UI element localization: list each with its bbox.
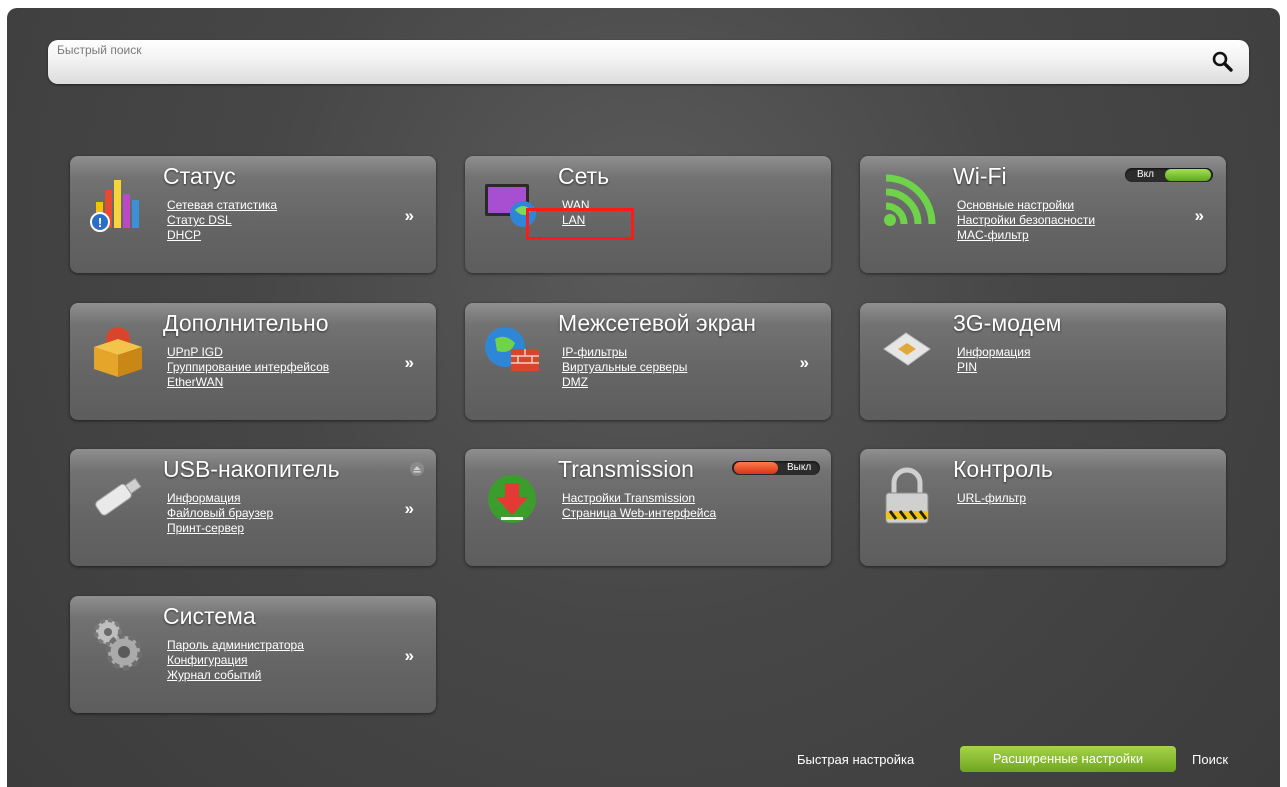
link-dsl-status[interactable]: Статус DSL xyxy=(167,213,277,228)
wifi-toggle[interactable]: Вкл xyxy=(1125,168,1213,182)
link-3g-info[interactable]: Информация xyxy=(957,345,1030,360)
more-arrow-button[interactable]: » xyxy=(405,206,414,226)
link-file-browser[interactable]: Файловый браузер xyxy=(167,506,273,521)
link-configuration[interactable]: Конфигурация xyxy=(167,653,304,668)
wifi-icon xyxy=(884,174,936,226)
search-link[interactable]: Поиск xyxy=(1192,752,1228,767)
highlight-box xyxy=(526,208,634,240)
bar-chart-icon: ! xyxy=(90,180,139,232)
link-etherwan[interactable]: EtherWAN xyxy=(167,375,329,390)
usb-stick-icon xyxy=(95,477,142,516)
link-basic-settings[interactable]: Основные настройки xyxy=(957,198,1095,213)
link-upnp[interactable]: UPnP IGD xyxy=(167,345,329,360)
advanced-settings-button[interactable]: Расширенные настройки xyxy=(960,746,1176,772)
more-arrow-button[interactable]: » xyxy=(1195,206,1204,226)
eject-icon[interactable] xyxy=(410,462,424,476)
card-control: Контроль URL-фильтр xyxy=(860,449,1226,566)
more-arrow-button[interactable]: » xyxy=(800,353,809,373)
card-wifi: Wi-Fi Вкл Основные настройки Настройки б… xyxy=(860,156,1226,273)
link-transmission-settings[interactable]: Настройки Transmission xyxy=(562,491,716,506)
toggle-label: Вкл xyxy=(1137,169,1154,180)
padlock-icon xyxy=(885,467,929,524)
card-title: Дополнительно xyxy=(163,310,329,336)
card-title: Межсетевой экран xyxy=(558,310,757,336)
download-arrow-icon xyxy=(488,475,536,523)
more-arrow-button[interactable]: » xyxy=(405,499,414,519)
toggle-knob xyxy=(734,462,778,474)
toggle-label: Выкл xyxy=(787,462,812,473)
link-dhcp[interactable]: DHCP xyxy=(167,228,277,243)
svg-text:!: ! xyxy=(98,215,102,230)
link-network-stats[interactable]: Сетевая статистика xyxy=(167,198,277,213)
card-transmission: Transmission Выкл Настройки Transmission… xyxy=(465,449,831,566)
link-interface-grouping[interactable]: Группирование интерфейсов xyxy=(167,360,329,375)
card-usb-storage: USB-накопитель Информация Файловый брауз… xyxy=(70,449,436,566)
more-arrow-button[interactable]: » xyxy=(405,646,414,666)
link-event-log[interactable]: Журнал событий xyxy=(167,668,304,683)
quick-setup-link[interactable]: Быстрая настройка xyxy=(797,752,914,767)
link-admin-password[interactable]: Пароль администратора xyxy=(167,638,304,653)
link-virtual-servers[interactable]: Виртуальные серверы xyxy=(562,360,687,375)
transmission-toggle[interactable]: Выкл xyxy=(732,461,820,475)
card-status: ! Статус Сетевая статистика Статус DSL D… xyxy=(70,156,436,273)
card-title: Transmission xyxy=(558,456,694,482)
card-title: Wi-Fi xyxy=(953,163,1007,189)
card-system: Система Пароль администратора Конфигурац… xyxy=(70,596,436,713)
search-placeholder: Быстрый поиск xyxy=(57,43,142,57)
card-title: 3G-модем xyxy=(953,310,1062,336)
link-print-server[interactable]: Принт-сервер xyxy=(167,521,273,536)
card-firewall: Межсетевой экран IP-фильтры Виртуальные … xyxy=(465,303,831,420)
card-title: Контроль xyxy=(953,456,1053,482)
card-title: Статус xyxy=(163,163,236,189)
search-bar[interactable]: Быстрый поиск xyxy=(48,40,1249,84)
more-arrow-button[interactable]: » xyxy=(405,353,414,373)
toggle-knob xyxy=(1165,169,1211,181)
link-security-settings[interactable]: Настройки безопасности xyxy=(957,213,1095,228)
card-3g-modem: 3G-модем Информация PIN xyxy=(860,303,1226,420)
link-mac-filter[interactable]: MAC-фильтр xyxy=(957,228,1095,243)
link-ip-filters[interactable]: IP-фильтры xyxy=(562,345,687,360)
gears-icon xyxy=(94,618,143,671)
sim-card-icon xyxy=(883,332,931,366)
box-icon xyxy=(94,327,142,377)
search-icon[interactable] xyxy=(1211,50,1235,74)
globe-firewall-icon xyxy=(485,327,539,371)
card-advanced: Дополнительно UPnP IGD Группирование инт… xyxy=(70,303,436,420)
link-pin[interactable]: PIN xyxy=(957,360,1030,375)
card-title: USB-накопитель xyxy=(163,456,340,482)
link-url-filter[interactable]: URL-фильтр xyxy=(957,491,1026,506)
link-usb-info[interactable]: Информация xyxy=(167,491,273,506)
link-dmz[interactable]: DMZ xyxy=(562,375,687,390)
link-web-interface[interactable]: Страница Web-интерфейса xyxy=(562,506,716,521)
card-title: Сеть xyxy=(558,163,610,189)
card-title: Система xyxy=(163,603,256,629)
card-network: Сеть WAN LAN xyxy=(465,156,831,273)
